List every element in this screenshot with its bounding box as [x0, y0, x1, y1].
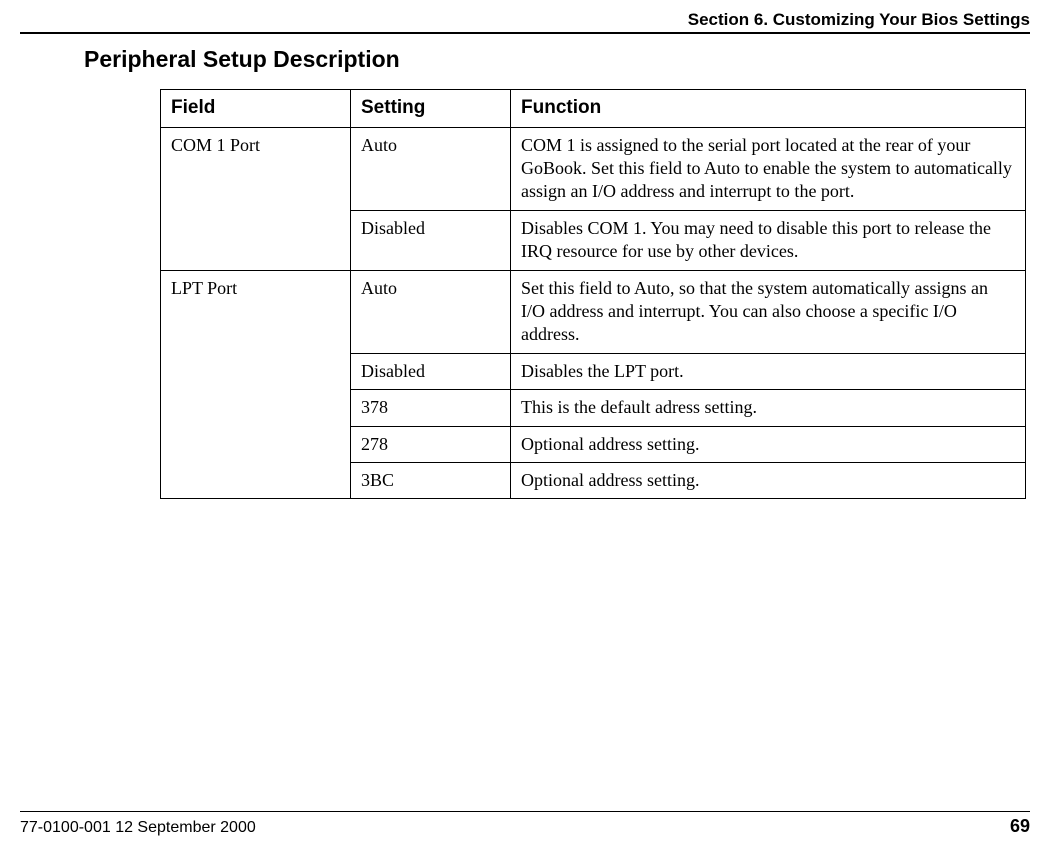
cell-function: Set this field to Auto, so that the syst…: [511, 270, 1026, 353]
section-header: Section 6. Customizing Your Bios Setting…: [20, 10, 1030, 32]
cell-setting: Disabled: [351, 353, 511, 389]
top-rule: [20, 32, 1030, 34]
page-number: 69: [1010, 816, 1030, 837]
table-row: COM 1 Port Auto COM 1 is assigned to the…: [161, 127, 1026, 210]
cell-field: LPT Port: [161, 270, 351, 499]
page-footer: 77-0100-001 12 September 2000 69: [20, 811, 1030, 837]
cell-setting: Auto: [351, 127, 511, 210]
col-function: Function: [511, 90, 1026, 128]
cell-function: Disables COM 1. You may need to disable …: [511, 210, 1026, 270]
bottom-rule: [20, 811, 1030, 812]
cell-function: Optional address setting.: [511, 462, 1026, 498]
page-title: Peripheral Setup Description: [84, 46, 1030, 73]
col-setting: Setting: [351, 90, 511, 128]
cell-setting: Auto: [351, 270, 511, 353]
cell-setting: 278: [351, 426, 511, 462]
cell-function: This is the default adress setting.: [511, 390, 1026, 426]
cell-setting: Disabled: [351, 210, 511, 270]
cell-function: Disables the LPT port.: [511, 353, 1026, 389]
table-header-row: Field Setting Function: [161, 90, 1026, 128]
peripheral-setup-table: Field Setting Function COM 1 Port Auto C…: [160, 89, 1026, 499]
cell-setting: 3BC: [351, 462, 511, 498]
cell-setting: 378: [351, 390, 511, 426]
doc-id: 77-0100-001 12 September 2000: [20, 819, 256, 837]
table-row: LPT Port Auto Set this field to Auto, so…: [161, 270, 1026, 353]
cell-field: COM 1 Port: [161, 127, 351, 270]
col-field: Field: [161, 90, 351, 128]
cell-function: Optional address setting.: [511, 426, 1026, 462]
cell-function: COM 1 is assigned to the serial port loc…: [511, 127, 1026, 210]
